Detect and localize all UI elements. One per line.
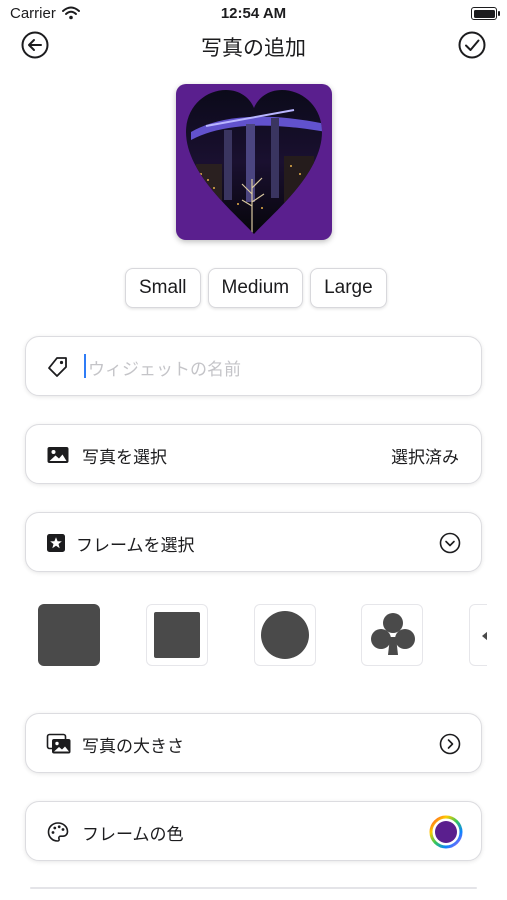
select-frame-row[interactable]: フレームを選択 xyxy=(25,512,482,572)
photo-size-row[interactable]: 写真の大きさ xyxy=(25,713,482,773)
photo-icon xyxy=(47,447,69,463)
chevron-right-circle-icon[interactable] xyxy=(439,733,461,755)
widget-name-placeholder: ウィジェットの名前 xyxy=(88,360,241,380)
select-photo-row[interactable]: 写真を選択 選択済み xyxy=(25,424,482,484)
status-time: 12:54 AM xyxy=(220,5,287,22)
club-icon xyxy=(371,613,415,655)
heart-photo xyxy=(186,90,322,234)
widget-preview xyxy=(176,84,332,240)
color-picker-well[interactable] xyxy=(429,815,463,849)
triangle-left-icon xyxy=(482,631,487,641)
frame-option-rounded-square[interactable] xyxy=(38,604,100,666)
frame-option-next[interactable] xyxy=(469,604,487,666)
size-small-button[interactable]: Small xyxy=(125,268,201,308)
tag-icon xyxy=(48,357,67,377)
checkmark-circle-icon[interactable] xyxy=(457,30,487,60)
frame-color-row[interactable]: フレームの色 xyxy=(25,801,482,861)
size-selector: Small Medium Large xyxy=(125,268,387,308)
select-photo-label: 写真を選択 xyxy=(82,448,167,468)
palette-icon xyxy=(47,822,69,842)
chevron-down-circle-icon[interactable] xyxy=(439,532,461,554)
next-row-edge xyxy=(30,887,477,889)
frame-carousel[interactable] xyxy=(0,604,487,670)
star-square-icon xyxy=(47,534,65,552)
widget-name-field[interactable]: ウィジェットの名前 xyxy=(25,336,482,396)
text-caret xyxy=(84,354,86,378)
frame-option-square[interactable] xyxy=(146,604,208,666)
frame-option-circle[interactable] xyxy=(254,604,316,666)
size-large-button[interactable]: Large xyxy=(310,268,387,308)
photos-stack-icon xyxy=(46,733,71,754)
select-frame-label: フレームを選択 xyxy=(76,536,195,556)
nav-bar: 写真の追加 xyxy=(0,28,507,64)
frame-color-label: フレームの色 xyxy=(82,825,184,845)
page-title: 写真の追加 xyxy=(201,36,306,60)
photo-size-label: 写真の大きさ xyxy=(82,737,184,757)
select-photo-value: 選択済み xyxy=(391,448,459,468)
status-bar: Carrier 12:54 AM xyxy=(0,0,507,28)
size-medium-button[interactable]: Medium xyxy=(207,268,304,308)
frame-option-club[interactable] xyxy=(361,604,423,666)
battery-icon xyxy=(471,7,500,20)
